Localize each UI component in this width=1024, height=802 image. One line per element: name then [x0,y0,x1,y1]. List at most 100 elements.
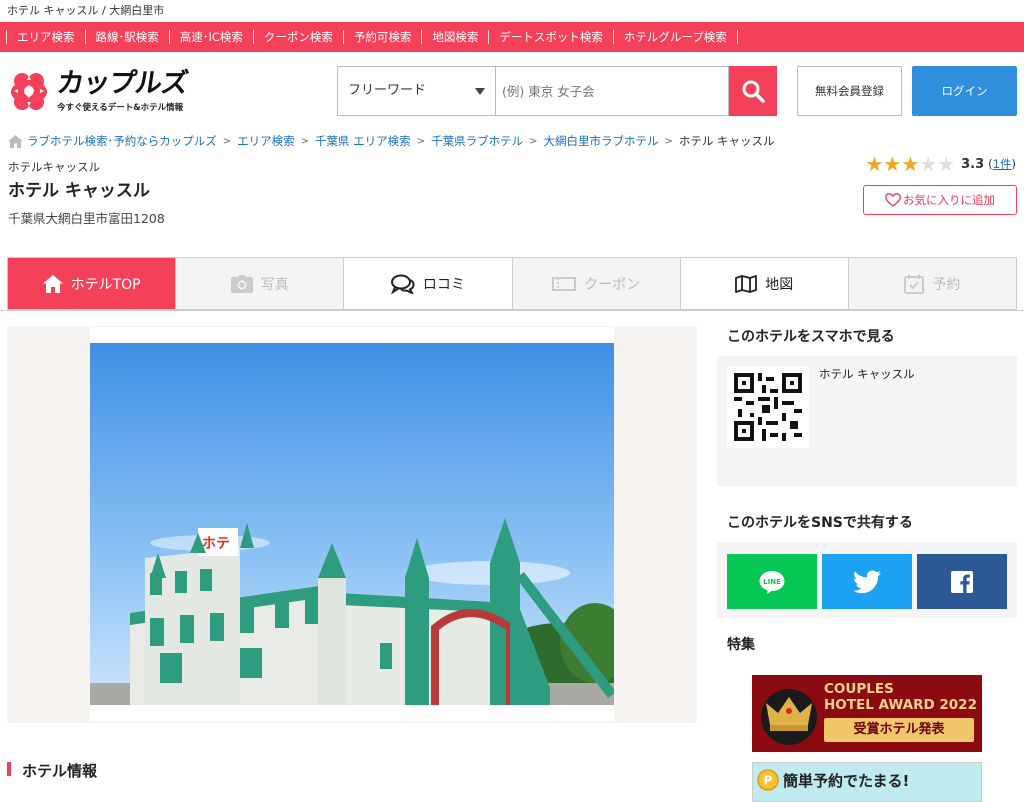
breadcrumb-link-oamishirasato[interactable]: 大網白里市ラブホテル [543,133,658,149]
hotel-photo-area: ホテ [7,326,697,723]
twitter-icon [853,569,881,593]
register-button[interactable]: 無料会員登録 [797,66,902,116]
search-type-select[interactable]: フリーワード [337,66,495,116]
nav-station-search[interactable]: 路線･駅検索 [84,30,169,44]
share-twitter-button[interactable] [822,554,912,609]
nav-reservable-search[interactable]: 予約可検索 [342,30,422,44]
heart-icon [885,193,901,207]
tab-reviews-label: ロコミ [422,276,465,293]
hotel-tabs: ホテルTOP 写真 ロコミ クーポン 地図 予約 [7,257,1018,310]
easy-reservation-text: 簡単予約でたまる! [783,772,910,790]
svg-text:P: P [764,774,773,788]
review-count-link[interactable]: 1件 [993,157,1012,171]
add-favorite-button[interactable]: お気に入りに追加 [863,185,1017,215]
search-input[interactable] [495,66,729,116]
star-icon: ★ [883,152,902,176]
star-icon: ★ [901,152,920,176]
page-title: ホテル キャッスル [8,181,150,201]
crown-icon [761,689,817,745]
tab-coupons[interactable]: クーポン [512,258,681,309]
tab-map[interactable]: 地図 [680,258,849,309]
hotel-award-banner[interactable]: COUPLES HOTEL AWARD 2022 受賞ホテル発表 [752,675,982,752]
logo-subtitle: 今すぐ使えるデート&ホテル情報 [57,103,184,113]
tab-hotel-top[interactable]: ホテルTOP [8,258,177,309]
easy-reservation-banner[interactable]: P 簡単予約でたまる! [752,762,982,802]
review-count-close: ) [1011,157,1017,171]
chevron-right-icon: > [664,135,673,147]
logo-title: カップルズ [54,68,190,99]
chevron-right-icon: > [222,135,232,147]
tabs-divider [0,310,1024,311]
breadcrumb: ラブホテル検索･予約ならカップルズ > エリア検索 > 千葉県 エリア検索 > … [0,130,1024,152]
hotel-info-heading: ホテル情報 [22,762,98,780]
login-button[interactable]: ログイン [912,66,1017,116]
chat-icon [390,274,415,294]
tab-hotel-top-label: ホテルTOP [70,276,141,293]
share-facebook-button[interactable] [917,554,1007,609]
line-icon: LINE [759,570,785,594]
hotel-address: 千葉県大網白里市富田1208 [8,211,165,226]
tab-coupons-label: クーポン [584,276,641,293]
line-icon-label: LINE [763,578,781,586]
award-banner-line1: COUPLES [824,681,894,697]
add-favorite-label: お気に入りに追加 [903,193,995,207]
qr-hotel-name: ホテル キャッスル [819,367,915,381]
nav-highway-search[interactable]: 高速･IC検索 [168,30,253,44]
home-icon [42,274,63,293]
share-panel: LINE [717,542,1017,618]
breadcrumb-link-chiba-hotels[interactable]: 千葉県ラブホテル [431,133,523,149]
star-icon: ★ [865,152,884,176]
search-type-value: フリーワード [348,83,427,98]
search-icon [742,80,765,103]
search-bar: フリーワード [337,66,777,116]
site-logo[interactable]: カップルズ 今すぐ使えるデート&ホテル情報 [7,68,190,113]
qr-code-icon [734,373,802,441]
breadcrumb-link-area[interactable]: エリア検索 [237,133,295,149]
nav-area-search[interactable]: エリア検索 [6,30,85,44]
calendar-icon [904,274,925,294]
chevron-right-icon: > [300,135,310,147]
tab-reviews[interactable]: ロコミ [344,258,513,309]
point-coin-icon: P [757,769,779,791]
nav-map-search[interactable]: 地図検索 [421,30,488,44]
chevron-right-icon: > [416,135,426,147]
tab-reservation-label: 予約 [932,276,961,293]
tab-photos-label: 写真 [260,276,289,293]
topline-title: ホテル キャッスル / 大網白里市 [7,4,165,17]
castle-photo-image: ホテ [90,343,614,705]
award-banner-line2: HOTEL AWARD 2022 [824,697,977,713]
search-button[interactable] [729,66,777,116]
hotel-header: ホテルキャッスル ホテル キャッスル 千葉県大網白里市富田1208 ★ ★ ★ … [0,152,1024,238]
section-accent [7,762,11,776]
coupon-icon [552,276,577,291]
share-line-button[interactable]: LINE [727,554,817,609]
tab-reservation[interactable]: 予約 [848,258,1018,309]
hotel-kana: ホテルキャッスル [8,160,100,174]
award-banner-button: 受賞ホテル発表 [824,718,974,742]
breadcrumb-link-top[interactable]: ラブホテル検索･予約ならカップルズ [27,133,217,149]
hotel-photo[interactable]: ホテ [90,343,614,705]
tab-map-label: 地図 [765,276,794,293]
nav-hotelgroup-search[interactable]: ホテルグループ検索 [612,30,738,44]
feature-panel: COUPLES HOTEL AWARD 2022 受賞ホテル発表 P 簡単予約で… [717,662,1017,802]
chevron-down-icon [475,88,485,95]
rating-score: 3.3 [961,156,985,172]
tab-photos[interactable]: 写真 [176,258,345,309]
qr-panel: ホテル キャッスル [717,356,1017,486]
rating: ★ ★ ★ ★ ★ 3.3 (1件) [865,154,1016,174]
nav-coupon-search[interactable]: クーポン検索 [252,30,343,44]
qr-heading: このホテルをスマホで見る [727,329,895,345]
hotel-photo-frame: ホテ [90,327,614,721]
award-banner-title: COUPLES HOTEL AWARD 2022 [824,681,977,713]
breadcrumb-link-chiba-area[interactable]: 千葉県 エリア検索 [315,133,411,149]
sidebar: このホテルをスマホで見る ホテル キャッスル このホテルをSNSで共有する LI… [717,326,1017,802]
svg-text:ホテ: ホテ [202,536,230,552]
feature-heading: 特集 [727,637,755,653]
qr-code [727,366,809,448]
clover-logo-icon [11,73,47,110]
star-icon: ★ [937,152,956,176]
review-count: (1件) [988,156,1016,172]
share-heading: このホテルをSNSで共有する [727,515,913,531]
camera-icon [230,274,253,293]
nav-datespot-search[interactable]: デートスポット検索 [488,30,613,44]
